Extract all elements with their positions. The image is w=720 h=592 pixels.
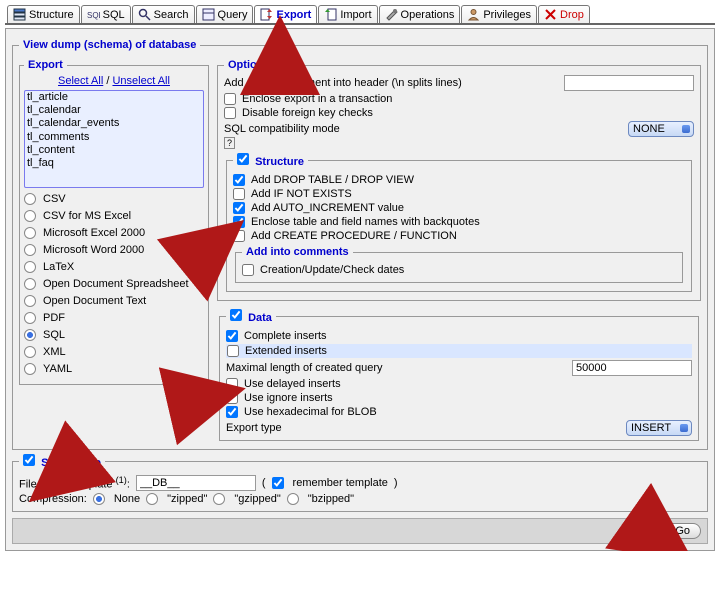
create-procedure-check[interactable] <box>233 230 245 242</box>
export-type-label: Export type <box>226 422 282 434</box>
dates-check[interactable] <box>242 264 254 276</box>
disable-fk-check[interactable] <box>224 107 236 119</box>
list-item: tl_comments <box>25 131 203 144</box>
comments-legend: Add into comments <box>242 246 353 258</box>
ignore-inserts-check[interactable] <box>226 392 238 404</box>
maxlen-label: Maximal length of created query <box>226 362 383 374</box>
structure-fieldset: Structure Add DROP TABLE / DROP VIEW Add… <box>226 153 692 292</box>
structure-toggle[interactable] <box>237 153 249 165</box>
format-excel2000[interactable] <box>24 227 36 239</box>
tab-label: Query <box>218 9 248 21</box>
privileges-icon <box>467 8 480 21</box>
compression-gzipped[interactable] <box>213 493 225 505</box>
search-icon <box>138 8 151 21</box>
list-item: tl_calendar <box>25 104 203 117</box>
maxlen-input[interactable] <box>572 360 692 376</box>
custom-comment-label: Add custom comment into header (\n split… <box>224 77 462 89</box>
export-fieldset: Export Select All / Unselect All tl_arti… <box>19 59 209 385</box>
tab-label: Structure <box>29 9 74 21</box>
sql-icon: SQL <box>87 8 100 21</box>
format-word2000[interactable] <box>24 244 36 256</box>
extended-inserts-check[interactable] <box>227 345 239 357</box>
bottom-bar: Go <box>12 518 708 544</box>
data-fieldset: Data Complete inserts Extended inserts M… <box>219 309 699 441</box>
compression-label: Compression: <box>19 493 87 505</box>
query-icon <box>202 8 215 21</box>
tab-label: Privileges <box>483 9 531 21</box>
go-button[interactable]: Go <box>664 523 701 539</box>
template-label: File name template (1): <box>19 475 130 491</box>
format-latex[interactable] <box>24 261 36 273</box>
table-list[interactable]: tl_article tl_calendar tl_calendar_event… <box>24 90 204 188</box>
tab-export[interactable]: Export <box>254 5 317 23</box>
enclose-transaction-check[interactable] <box>224 93 236 105</box>
list-item: tl_calendar_events <box>25 117 203 130</box>
backquote-check[interactable] <box>233 216 245 228</box>
hex-blob-check[interactable] <box>226 406 238 418</box>
structure-icon <box>13 8 26 21</box>
drop-icon <box>544 8 557 21</box>
format-pdf[interactable] <box>24 312 36 324</box>
compression-zipped[interactable] <box>146 493 158 505</box>
tab-label: Drop <box>560 9 584 21</box>
format-ods[interactable] <box>24 278 36 290</box>
format-yaml[interactable] <box>24 363 36 375</box>
delayed-inserts-check[interactable] <box>226 378 238 390</box>
save-as-file-fieldset: Save as file File name template (1): ( r… <box>12 454 708 512</box>
tab-drop[interactable]: Drop <box>538 5 590 23</box>
tab-operations[interactable]: Operations <box>379 5 461 23</box>
tab-structure[interactable]: Structure <box>7 5 80 23</box>
tab-query[interactable]: Query <box>196 5 254 23</box>
compression-bzipped[interactable] <box>287 493 299 505</box>
compression-none[interactable] <box>93 493 105 505</box>
tab-sql[interactable]: SQL SQL <box>81 5 131 23</box>
add-drop-check[interactable] <box>233 174 245 186</box>
view-dump-legend: View dump (schema) of database <box>19 39 200 51</box>
compat-mode-select[interactable]: NONE <box>628 121 694 137</box>
view-dump-fieldset: View dump (schema) of database Export Se… <box>12 39 708 450</box>
export-icon <box>260 8 273 21</box>
tab-label: Export <box>276 9 311 21</box>
export-type-select[interactable]: INSERT <box>626 420 692 436</box>
tab-bar: Structure SQL SQL Search Query Export Im… <box>5 5 715 25</box>
comments-fieldset: Add into comments Creation/Update/Check … <box>235 246 683 283</box>
list-item: tl_article <box>25 91 203 104</box>
template-input[interactable] <box>136 475 256 491</box>
save-as-file-toggle[interactable] <box>23 454 35 466</box>
options-fieldset: Options Add custom comment into header (… <box>217 59 701 301</box>
format-sql[interactable] <box>24 329 36 341</box>
unselect-all-link[interactable]: Unselect All <box>112 75 169 87</box>
format-odt[interactable] <box>24 295 36 307</box>
tab-label: Operations <box>401 9 455 21</box>
if-not-exists-check[interactable] <box>233 188 245 200</box>
list-item: tl_faq <box>25 157 203 170</box>
tab-label: Search <box>154 9 189 21</box>
export-legend: Export <box>24 59 67 71</box>
remember-template-check[interactable] <box>272 477 284 489</box>
compat-mode-label: SQL compatibility mode <box>224 123 340 135</box>
import-icon <box>324 8 337 21</box>
custom-comment-input[interactable] <box>564 75 694 91</box>
format-csv[interactable] <box>24 193 36 205</box>
complete-inserts-check[interactable] <box>226 330 238 342</box>
svg-text:SQL: SQL <box>87 11 100 20</box>
list-item: tl_content <box>25 144 203 157</box>
format-csv-excel[interactable] <box>24 210 36 222</box>
operations-icon <box>385 8 398 21</box>
tab-label: Import <box>340 9 371 21</box>
options-legend: Options <box>224 59 274 71</box>
data-toggle[interactable] <box>230 309 242 321</box>
auto-increment-check[interactable] <box>233 202 245 214</box>
tab-search[interactable]: Search <box>132 5 195 23</box>
format-xml[interactable] <box>24 346 36 358</box>
tab-privileges[interactable]: Privileges <box>461 5 537 23</box>
tab-label: SQL <box>103 9 125 21</box>
select-all-link[interactable]: Select All <box>58 75 103 87</box>
tab-import[interactable]: Import <box>318 5 377 23</box>
help-icon[interactable]: ? <box>224 137 235 149</box>
main-container: View dump (schema) of database Export Se… <box>5 28 715 551</box>
